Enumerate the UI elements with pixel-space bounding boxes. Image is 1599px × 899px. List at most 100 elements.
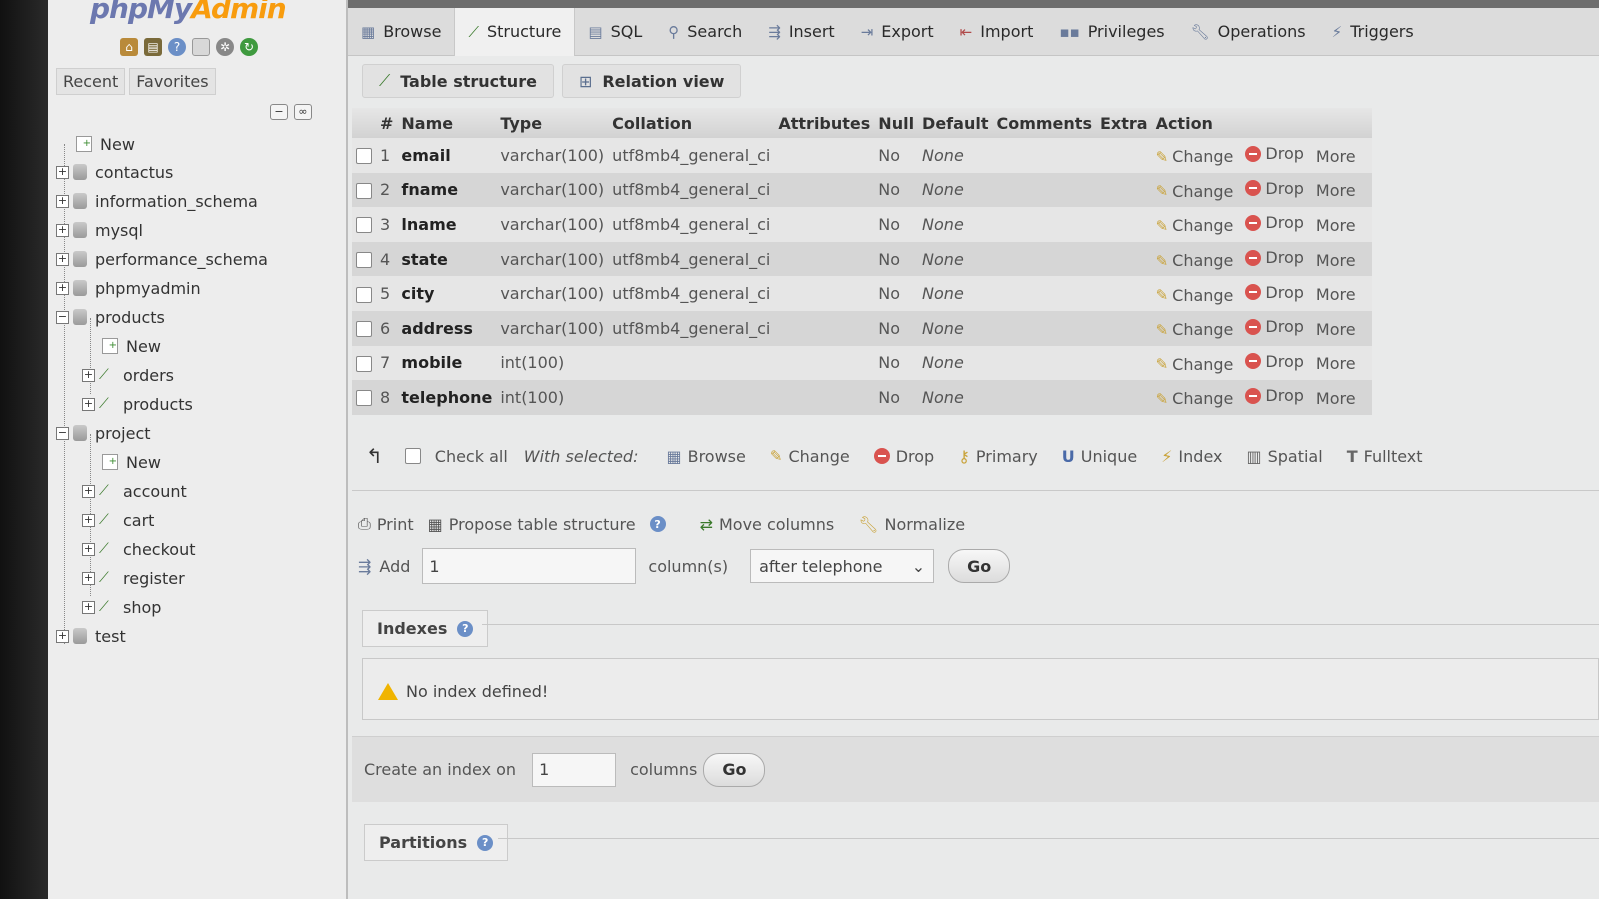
expand-icon[interactable]: +	[82, 397, 95, 411]
row-checkbox[interactable]	[356, 321, 372, 338]
table-row[interactable]: 8 telephone int(100) No None ✎ Change Drop More	[352, 380, 1372, 415]
print-link[interactable]: ⎙ Print	[358, 514, 414, 534]
row-checkbox[interactable]	[356, 252, 372, 269]
tab-structure[interactable]: ⟋ Structure	[454, 7, 576, 56]
expand-icon[interactable]: +	[82, 571, 95, 585]
cell-name[interactable]: telephone	[397, 380, 497, 415]
check-all-label[interactable]: Check all	[435, 447, 508, 466]
tab-export[interactable]: ⇥ Export	[848, 8, 947, 56]
tree-db-performance-schema[interactable]: + performance_schema	[56, 247, 268, 271]
drop-link[interactable]: Drop	[1245, 386, 1304, 405]
tree-table-shop[interactable]: + ⟋ shop	[82, 595, 161, 619]
more-dropdown[interactable]: More	[1316, 354, 1356, 373]
subtab-table-structure[interactable]: ⟋ Table structure	[362, 64, 554, 98]
cell-name[interactable]: city	[397, 276, 497, 311]
home-icon[interactable]: ⌂	[120, 38, 138, 56]
more-dropdown[interactable]: More	[1316, 389, 1356, 408]
recent-tab[interactable]: Recent	[56, 68, 126, 95]
help-icon[interactable]: ?	[477, 834, 494, 851]
tree-table-checkout[interactable]: + ⟋ checkout	[82, 537, 195, 561]
tree-db-information-schema[interactable]: + information_schema	[56, 189, 258, 213]
more-dropdown[interactable]: More	[1316, 181, 1356, 200]
tab-privileges[interactable]: ▪▪ Privileges	[1046, 8, 1177, 56]
expand-icon[interactable]: +	[82, 513, 95, 527]
bulk-drop-button[interactable]: Drop	[873, 447, 934, 466]
expand-icon[interactable]: +	[82, 368, 95, 382]
help-icon[interactable]: ?	[649, 516, 666, 532]
expand-icon[interactable]: +	[56, 165, 69, 179]
change-link[interactable]: ✎ Change	[1156, 182, 1234, 201]
tree-db-mysql[interactable]: + mysql	[56, 218, 143, 242]
table-row[interactable]: 1 email varchar(100) utf8mb4_general_ci No No…	[352, 138, 1372, 173]
drop-link[interactable]: Drop	[1245, 352, 1304, 371]
tab-triggers[interactable]: ⚡︎ Triggers	[1319, 8, 1427, 56]
add-go-button[interactable]: Go	[948, 549, 1011, 583]
tree-db-products[interactable]: − products	[56, 305, 165, 329]
change-link[interactable]: ✎ Change	[1156, 216, 1234, 235]
tab-search[interactable]: ⚲ Search	[655, 8, 755, 56]
tree-table-products[interactable]: + ⟋ products	[82, 392, 193, 416]
bulk-spatial-button[interactable]: ▥ Spatial	[1246, 447, 1322, 466]
table-row[interactable]: 5 city varchar(100) utf8mb4_general_ci No Non…	[352, 276, 1372, 311]
change-link[interactable]: ✎ Change	[1156, 286, 1234, 305]
drop-link[interactable]: Drop	[1245, 317, 1304, 336]
header-name[interactable]: Name	[397, 108, 497, 138]
row-checkbox[interactable]	[356, 148, 372, 165]
tree-table-cart[interactable]: + ⟋ cart	[82, 508, 154, 532]
bulk-index-button[interactable]: ⚡︎ Index	[1161, 447, 1222, 466]
change-link[interactable]: ✎ Change	[1156, 355, 1234, 374]
bulk-primary-button[interactable]: ⚷ Primary	[958, 447, 1038, 466]
change-link[interactable]: ✎ Change	[1156, 147, 1234, 166]
drop-link[interactable]: Drop	[1245, 179, 1304, 198]
tree-db-contactus[interactable]: + contactus	[56, 160, 173, 184]
tree-item-new-table[interactable]: + New	[102, 334, 161, 358]
help-icon[interactable]: ?	[457, 620, 474, 637]
bulk-change-button[interactable]: ✎ Change	[770, 447, 850, 466]
index-column-count-input[interactable]	[532, 752, 617, 787]
more-dropdown[interactable]: More	[1316, 147, 1356, 166]
bulk-browse-button[interactable]: ▦ Browse	[666, 447, 745, 466]
tab-import[interactable]: ⇤ Import	[947, 8, 1047, 56]
subtab-relation-view[interactable]: ⊞ Relation view	[561, 64, 742, 98]
tab-insert[interactable]: ⇶ Insert	[755, 8, 847, 56]
tab-sql[interactable]: ▤ SQL	[575, 8, 655, 56]
collapse-icon[interactable]: −	[56, 426, 69, 440]
help-icon[interactable]: ?	[168, 38, 186, 56]
tree-item-new-table[interactable]: + New	[102, 450, 161, 474]
cell-name[interactable]: state	[397, 241, 497, 277]
cell-name[interactable]: email	[397, 138, 497, 173]
settings-gear-icon[interactable]: ✲	[216, 38, 234, 56]
tree-item-new[interactable]: + New	[76, 132, 135, 156]
expand-icon[interactable]: +	[82, 600, 95, 614]
expand-icon[interactable]: +	[56, 223, 69, 237]
expand-icon[interactable]: +	[56, 281, 69, 295]
normalize-link[interactable]: 🔧︎ Normalize	[858, 515, 965, 534]
drop-link[interactable]: Drop	[1245, 144, 1304, 163]
drop-link[interactable]: Drop	[1245, 248, 1304, 267]
more-dropdown[interactable]: More	[1316, 251, 1356, 270]
cell-name[interactable]: mobile	[397, 345, 497, 381]
expand-icon[interactable]: +	[56, 629, 69, 643]
tree-table-orders[interactable]: + ⟋ orders	[82, 363, 174, 387]
row-checkbox[interactable]	[356, 182, 372, 199]
expand-icon[interactable]: +	[56, 252, 69, 266]
link-with-main-icon[interactable]: ∞	[294, 104, 312, 120]
table-row[interactable]: 7 mobile int(100) No None ✎ Change Drop More	[352, 345, 1372, 381]
table-row[interactable]: 3 lname varchar(100) utf8mb4_general_ci No No…	[352, 207, 1372, 242]
bulk-unique-button[interactable]: U Unique	[1062, 447, 1137, 466]
row-checkbox[interactable]	[356, 217, 372, 234]
column-position-select[interactable]: after telephone ⌄	[750, 549, 935, 583]
more-dropdown[interactable]: More	[1316, 216, 1356, 235]
tab-browse[interactable]: ▦ Browse	[348, 8, 454, 56]
reload-icon[interactable]: ↻	[240, 38, 258, 56]
docs-icon[interactable]	[192, 38, 210, 56]
phpmyadmin-logo[interactable]: phpMyAdmin	[90, 0, 287, 25]
bulk-fulltext-button[interactable]: T Fulltext	[1347, 447, 1423, 466]
tree-db-phpmyadmin[interactable]: + phpmyadmin	[56, 276, 201, 300]
sql-query-icon[interactable]: ▤	[144, 38, 162, 56]
cell-name[interactable]: address	[397, 310, 497, 346]
change-link[interactable]: ✎ Change	[1156, 251, 1234, 270]
expand-icon[interactable]: +	[56, 194, 69, 208]
tree-db-project[interactable]: − project	[56, 421, 151, 445]
tree-table-register[interactable]: + ⟋ register	[82, 566, 185, 590]
